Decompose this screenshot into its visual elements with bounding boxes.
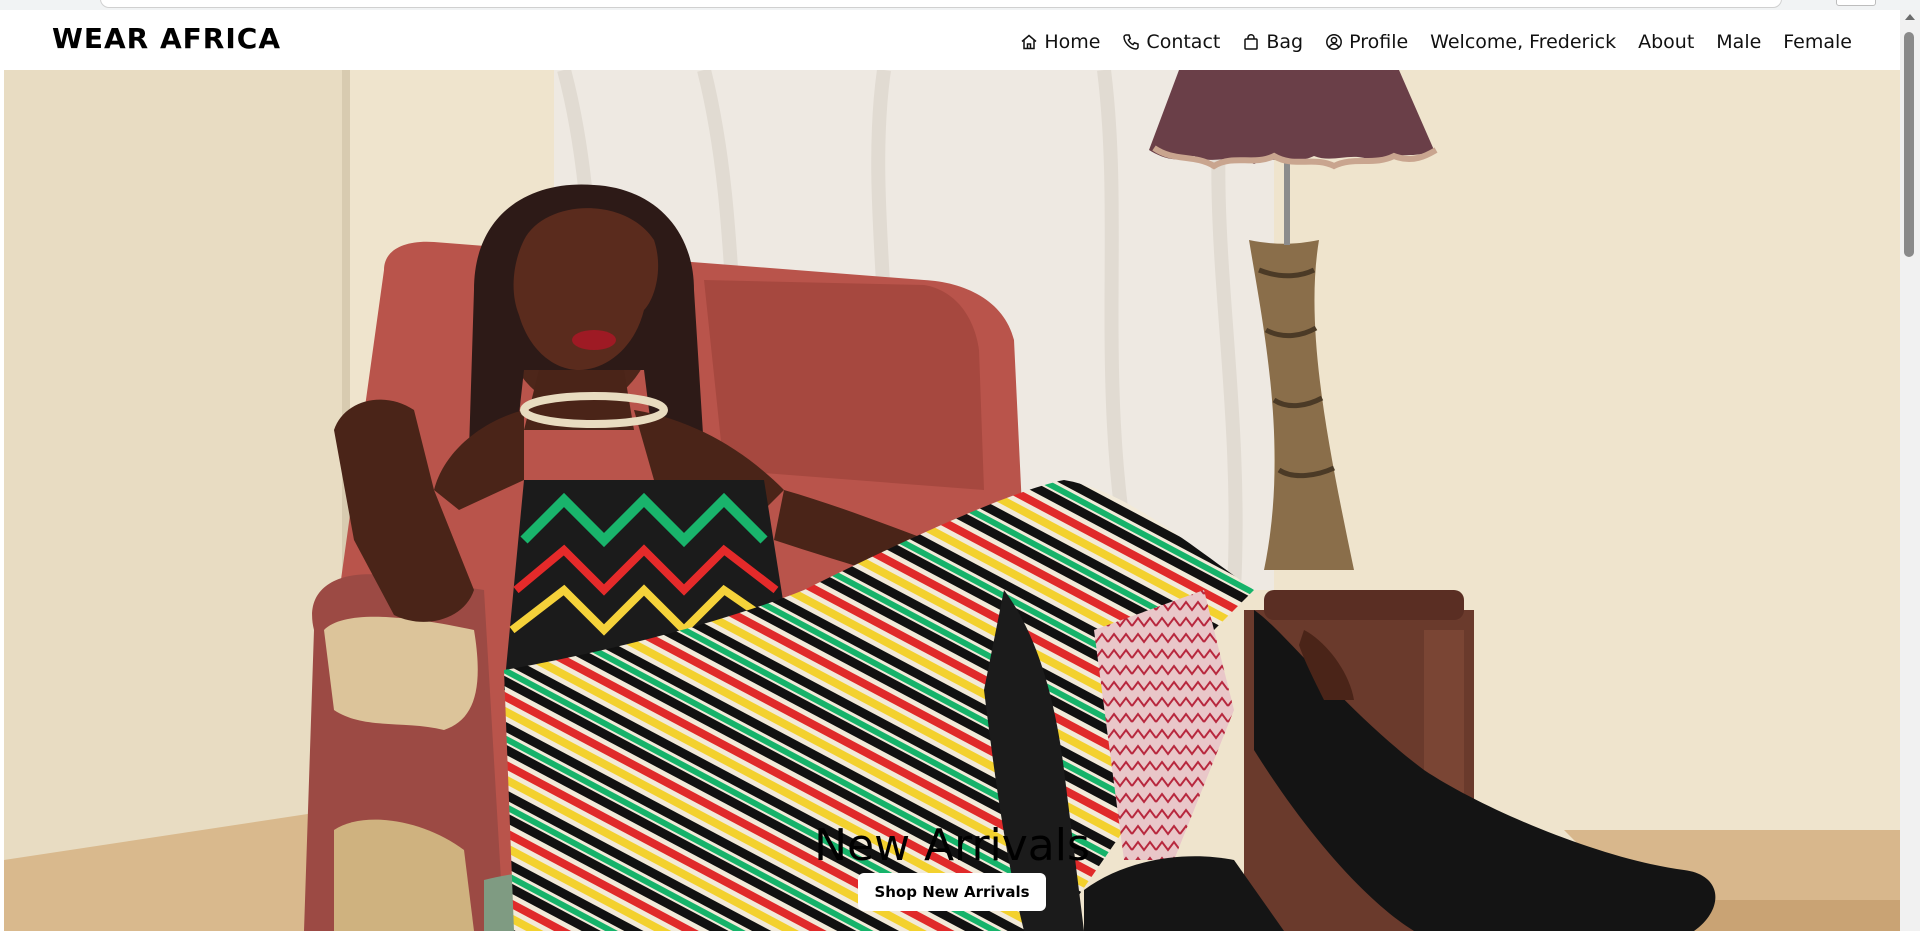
phone-icon — [1122, 33, 1140, 51]
nav-link-about[interactable]: About — [1638, 31, 1694, 53]
scroll-up-icon[interactable] — [1905, 14, 1915, 20]
nav-link-female[interactable]: Female — [1783, 31, 1852, 53]
top-navbar: WEAR AFRICA Home Contact Bag Profile Wel… — [4, 10, 1900, 70]
nav-link-profile-label: Profile — [1349, 31, 1409, 53]
nav-link-profile[interactable]: Profile — [1325, 31, 1408, 53]
shop-new-arrivals-button[interactable]: Shop New Arrivals — [858, 873, 1046, 911]
home-icon — [1020, 33, 1038, 51]
profile-icon — [1325, 33, 1343, 51]
nav-link-welcome[interactable]: Welcome, Frederick — [1430, 31, 1616, 53]
hero-image — [4, 70, 1900, 931]
scrollbar-thumb[interactable] — [1904, 32, 1914, 257]
nav-link-home[interactable]: Home — [1020, 31, 1100, 53]
hero-banner: New Arrivals Shop New Arrivals — [4, 70, 1900, 931]
browser-chrome — [0, 0, 1920, 10]
bag-icon — [1242, 33, 1260, 51]
brand-logo[interactable]: WEAR AFRICA — [52, 22, 281, 55]
nav-link-contact-label: Contact — [1146, 31, 1221, 53]
nav-link-home-label: Home — [1044, 31, 1101, 53]
nav-link-contact[interactable]: Contact — [1122, 31, 1220, 53]
nav-link-bag[interactable]: Bag — [1242, 31, 1303, 53]
page-scrollbar[interactable] — [1900, 10, 1920, 931]
address-bar[interactable] — [100, 0, 1782, 8]
hero-title: New Arrivals — [814, 820, 1090, 871]
nav-links: Home Contact Bag Profile Welcome, Freder… — [1020, 31, 1852, 53]
nav-link-bag-label: Bag — [1266, 31, 1304, 53]
browser-corner-button[interactable] — [1836, 0, 1876, 6]
nav-link-male[interactable]: Male — [1716, 31, 1761, 53]
